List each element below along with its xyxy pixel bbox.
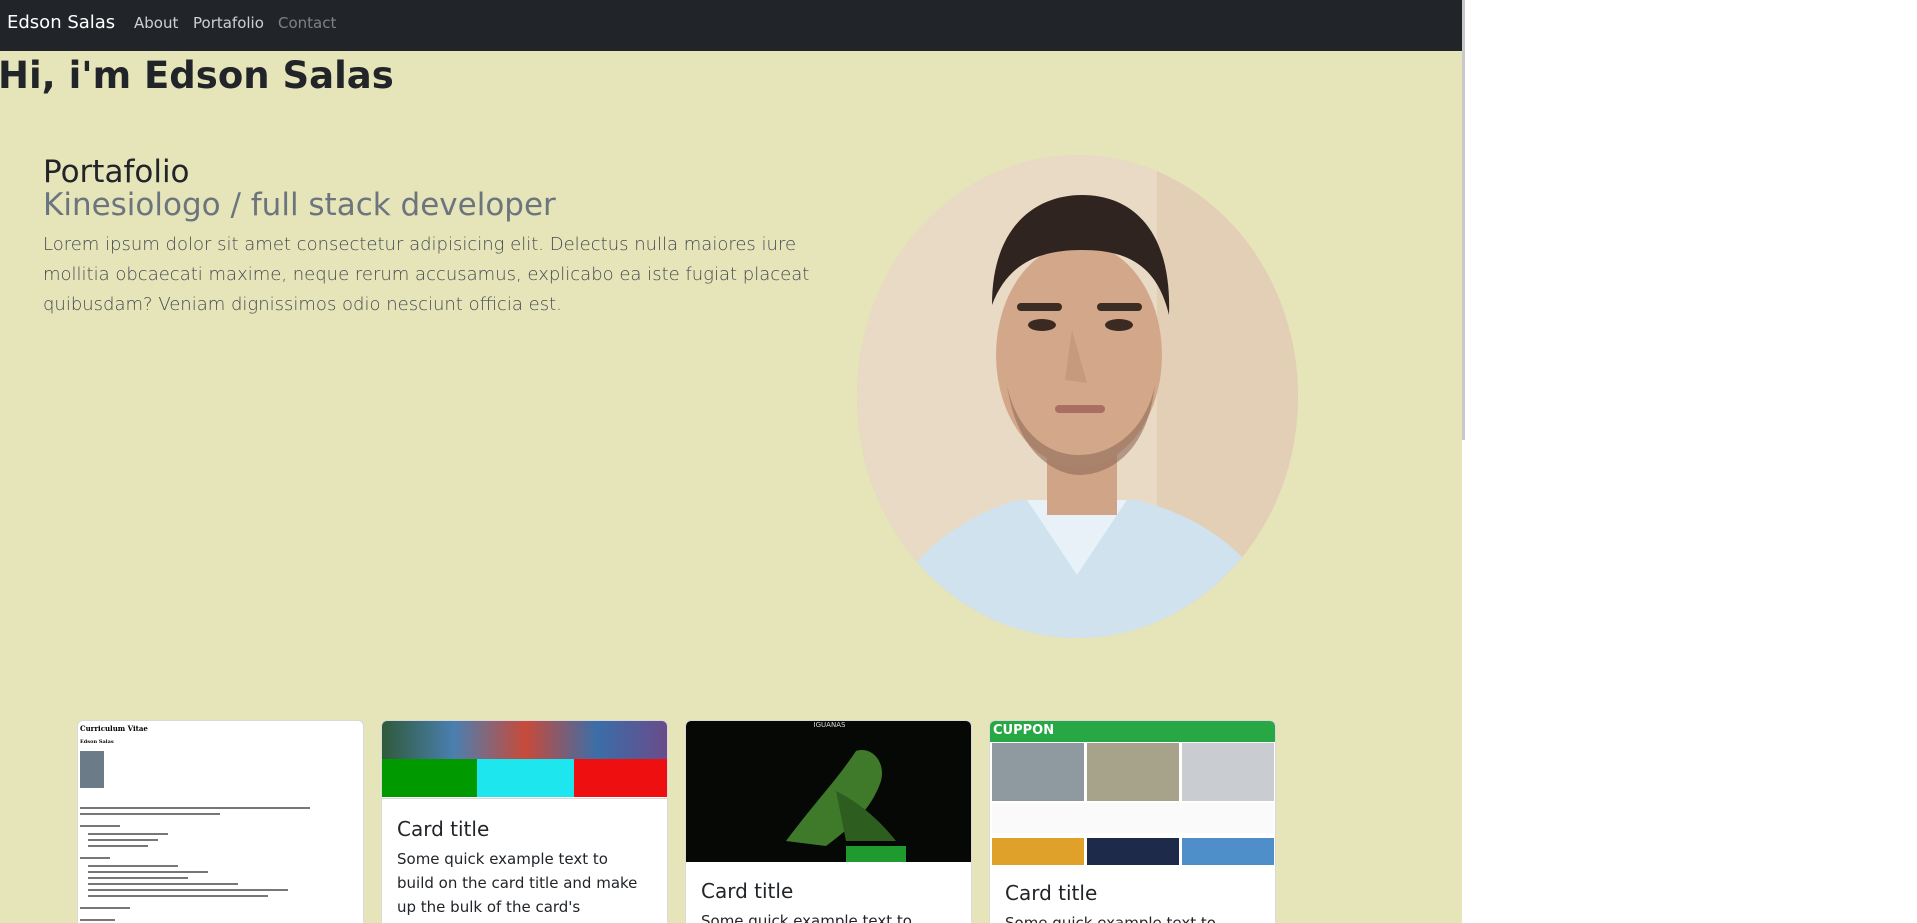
card-thumb-image: [686, 721, 971, 862]
hero-description: Lorem ipsum dolor sit amet consectetur a…: [43, 234, 810, 315]
card-thumb-photo: [1087, 743, 1179, 801]
navbar: Edson Salas About Portafolio Contact: [0, 0, 1462, 51]
card-thumb-cyan-tile: [477, 759, 574, 797]
portfolio-card-iguanas[interactable]: IGUANAS Card title Some quick example te…: [685, 720, 972, 923]
iguana-illustration: [786, 750, 906, 862]
card-thumb-banner: [382, 721, 667, 759]
cv-thumb-line: [80, 907, 130, 909]
cv-thumb-line: [80, 825, 120, 827]
cv-thumb-line: [88, 845, 148, 847]
card-thumb-red-tile: [574, 759, 667, 797]
nav-link-about[interactable]: About: [134, 14, 178, 32]
card-thumb-label: IGUANAS: [813, 721, 846, 729]
card-thumb-green-tile: [382, 759, 477, 797]
nav-link-contact[interactable]: Contact: [278, 14, 336, 32]
profile-photo: [857, 155, 1298, 638]
cv-thumb-name: Edson Salas: [80, 739, 114, 745]
nav-link-portafolio[interactable]: Portafolio: [193, 14, 264, 32]
cv-thumb-title: Curriculum Vitae: [80, 724, 148, 733]
page-heading: Hi, i'm Edson Salas: [0, 54, 394, 97]
cv-thumb-line: [88, 895, 268, 897]
card-thumb-photo: [992, 743, 1084, 801]
navbar-brand[interactable]: Edson Salas: [7, 12, 115, 33]
scrollbar[interactable]: [1462, 0, 1465, 440]
card-thumb-photo: [1182, 838, 1274, 865]
card-title: Card title: [397, 817, 490, 841]
card-thumb-photo: [1182, 743, 1274, 801]
card-title: Card title: [701, 879, 794, 903]
cv-thumb-line: [88, 871, 208, 873]
card-divider: [382, 798, 667, 799]
cv-thumb-line: [88, 833, 168, 835]
card-thumb-brand: CUPPON: [993, 723, 1055, 738]
portfolio-card-cv[interactable]: Curriculum Vitae Edson Salas: [77, 720, 364, 923]
cv-thumb-line: [88, 883, 238, 885]
cv-thumb-line: [80, 813, 220, 815]
hero-title: Portafolio: [43, 154, 190, 190]
card-text: Some quick example text to build on the …: [397, 850, 638, 923]
cv-thumb-line: [80, 857, 110, 859]
card-text: Some quick example text to build: [701, 912, 912, 923]
cv-thumb-line: [88, 877, 188, 879]
cv-thumb-line: [80, 919, 115, 921]
cv-thumb-photo: [80, 751, 104, 788]
card-thumb-photo: [1087, 838, 1179, 865]
card-text: Some quick example text to build: [1005, 914, 1216, 923]
card-title: Card title: [1005, 881, 1098, 905]
card-thumb-captions: [992, 803, 1274, 833]
cv-thumb-line: [88, 839, 158, 841]
portfolio-card-cuppon[interactable]: CUPPON Card title Some quick example tex…: [989, 720, 1276, 923]
profile-photo-illustration: [857, 155, 1298, 638]
portfolio-card-pokemon[interactable]: Card title Some quick example text to bu…: [381, 720, 668, 923]
hero-subtitle: Kinesiologo / full stack developer: [43, 187, 556, 223]
cv-thumb-line: [88, 865, 178, 867]
page-viewport: Edson Salas About Portafolio Contact Hi,…: [0, 0, 1462, 923]
cv-thumb-line: [88, 889, 288, 891]
card-thumb-photo: [992, 838, 1084, 865]
cv-thumb-line: [80, 807, 310, 809]
